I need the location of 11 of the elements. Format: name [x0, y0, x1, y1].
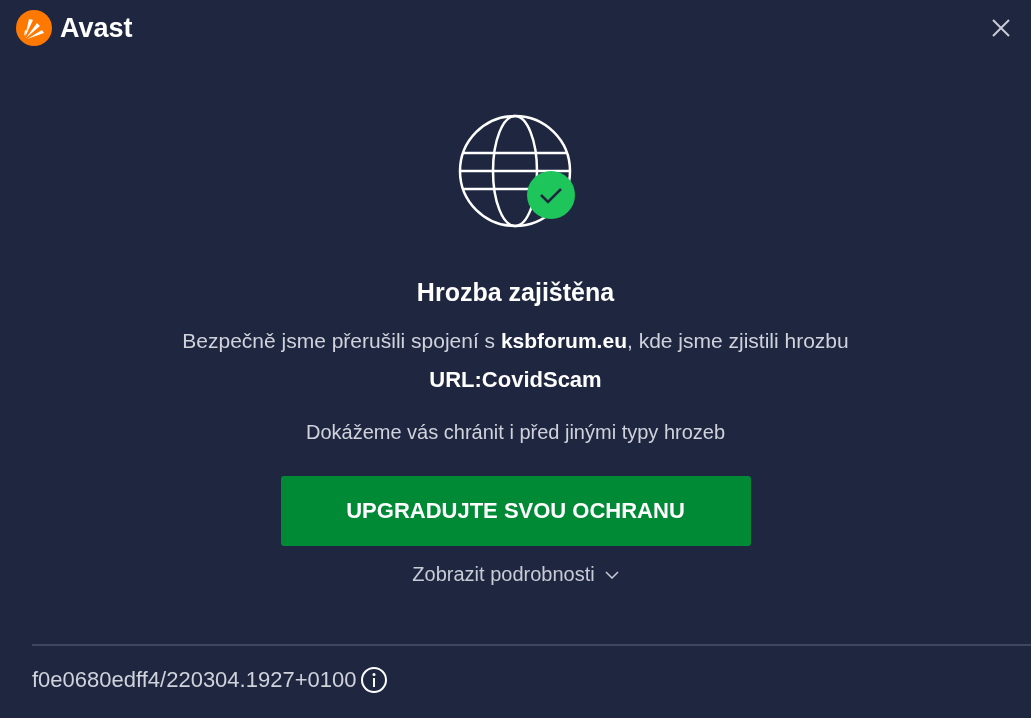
- info-icon[interactable]: [360, 666, 389, 694]
- threat-title: Hrozba zajištěna: [416, 278, 615, 307]
- details-toggle[interactable]: Zobrazit podrobnosti: [406, 562, 625, 587]
- app-name: Avast: [60, 12, 133, 44]
- chevron-icon: [604, 570, 619, 579]
- threat-message: Bezpečně jsme přerušili spojení s ksbforum.eu, kde jsme zjistili hrozbu: [182, 329, 849, 353]
- version-text: f0e0680edff4/220304.1927+0100: [32, 667, 357, 693]
- logo-icon: [16, 10, 52, 46]
- threat-name: URL:CovidScam: [429, 367, 602, 393]
- upgrade-button[interactable]: UPGRADUJTE SVOU OCHRANU: [280, 476, 751, 546]
- protection-text: Dokážeme vás chránit i před jinými typy hrozeb: [305, 421, 726, 444]
